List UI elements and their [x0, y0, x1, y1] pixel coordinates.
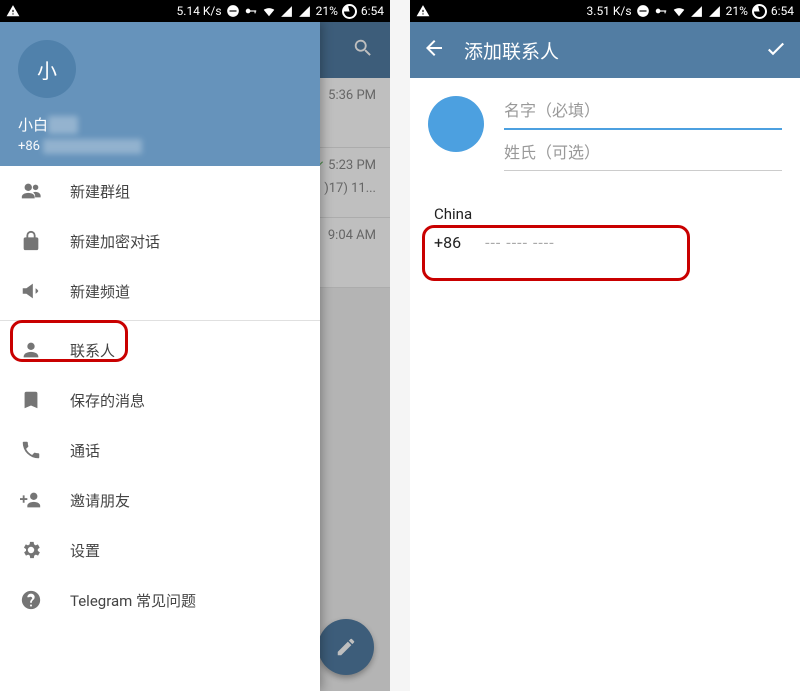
navigation-drawer: 小 小白xxx +86 xxxxxxxxxxxxxx 新建群组 新建加密对话 新…	[0, 22, 320, 691]
drawer-item-label: 保存的消息	[70, 390, 145, 411]
phone-left: 5.14 K/s 21% 6:54	[0, 0, 390, 691]
drawer-item-label: 联系人	[70, 340, 115, 361]
user-name: 小白xxx	[18, 114, 302, 135]
confirm-icon[interactable]	[764, 36, 788, 64]
drawer-item-saved[interactable]: 保存的消息	[0, 375, 320, 425]
vpn-key-icon	[654, 4, 668, 18]
signal-icon-2	[708, 4, 722, 18]
drawer-item-label: 通话	[70, 440, 100, 461]
drawer-item-label: 新建频道	[70, 281, 130, 302]
bookmark-icon	[20, 389, 42, 411]
group-icon	[20, 180, 42, 202]
lock-icon	[20, 230, 42, 252]
phone-code[interactable]: +86	[434, 233, 461, 252]
settings-icon	[20, 539, 42, 561]
drawer-item-label: Telegram 常见问题	[70, 590, 196, 611]
clock: 6:54	[771, 4, 794, 18]
phone-number-field[interactable]: --- ---- ----	[485, 233, 555, 252]
warning-icon	[416, 4, 430, 18]
page-title: 添加联系人	[464, 37, 559, 64]
network-speed: 5.14 K/s	[177, 4, 222, 18]
battery-percent: 21%	[316, 4, 338, 18]
drawer-item-label: 邀请朋友	[70, 490, 130, 511]
status-bar: 5.14 K/s 21% 6:54	[0, 0, 390, 22]
signal-icon	[690, 4, 704, 18]
warning-icon	[6, 4, 20, 18]
drawer-item-calls[interactable]: 通话	[0, 425, 320, 475]
drawer-item-faq[interactable]: Telegram 常见问题	[0, 575, 320, 625]
last-name-field[interactable]	[504, 138, 782, 171]
battery-icon	[342, 4, 357, 19]
dnd-icon	[636, 4, 650, 18]
phone-right: 3.51 K/s 21% 6:54 添加联系人	[410, 0, 800, 691]
vpn-key-icon	[244, 4, 258, 18]
back-icon[interactable]	[422, 36, 446, 64]
contacts-icon	[20, 339, 42, 361]
battery-icon	[752, 4, 767, 19]
drawer-item-invite[interactable]: 邀请朋友	[0, 475, 320, 525]
toolbar: 添加联系人	[410, 22, 800, 78]
drawer-item-contacts[interactable]: 联系人	[0, 325, 320, 375]
drawer-item-new-secret[interactable]: 新建加密对话	[0, 216, 320, 266]
user-phone: +86 xxxxxxxxxxxxxx	[18, 139, 302, 154]
signal-icon	[280, 4, 294, 18]
status-bar: 3.51 K/s 21% 6:54	[410, 0, 800, 22]
invite-icon	[20, 489, 42, 511]
battery-percent: 21%	[726, 4, 748, 18]
first-name-field[interactable]	[504, 96, 782, 130]
drawer-header: 小 小白xxx +86 xxxxxxxxxxxxxx	[0, 22, 320, 166]
drawer-item-label: 设置	[70, 540, 100, 561]
network-speed: 3.51 K/s	[587, 4, 632, 18]
country-selector[interactable]: China	[434, 205, 782, 223]
signal-icon-2	[298, 4, 312, 18]
drawer-item-label: 新建加密对话	[70, 231, 160, 252]
drawer-item-new-group[interactable]: 新建群组	[0, 166, 320, 216]
user-avatar[interactable]: 小	[18, 40, 76, 98]
call-icon	[20, 439, 42, 461]
contact-avatar[interactable]	[428, 96, 484, 152]
wifi-icon	[262, 4, 276, 18]
megaphone-icon	[20, 280, 42, 302]
drawer-item-new-channel[interactable]: 新建频道	[0, 266, 320, 316]
help-icon	[20, 589, 42, 611]
dnd-icon	[226, 4, 240, 18]
phone-input-row[interactable]: +86 --- ---- ----	[428, 229, 782, 256]
divider	[0, 320, 320, 321]
clock: 6:54	[361, 4, 384, 18]
drawer-item-settings[interactable]: 设置	[0, 525, 320, 575]
wifi-icon	[672, 4, 686, 18]
drawer-item-label: 新建群组	[70, 181, 130, 202]
drawer-list: 新建群组 新建加密对话 新建频道 联系人 保存的消息 通话	[0, 166, 320, 691]
add-contact-form: China +86 --- ---- ----	[410, 78, 800, 274]
